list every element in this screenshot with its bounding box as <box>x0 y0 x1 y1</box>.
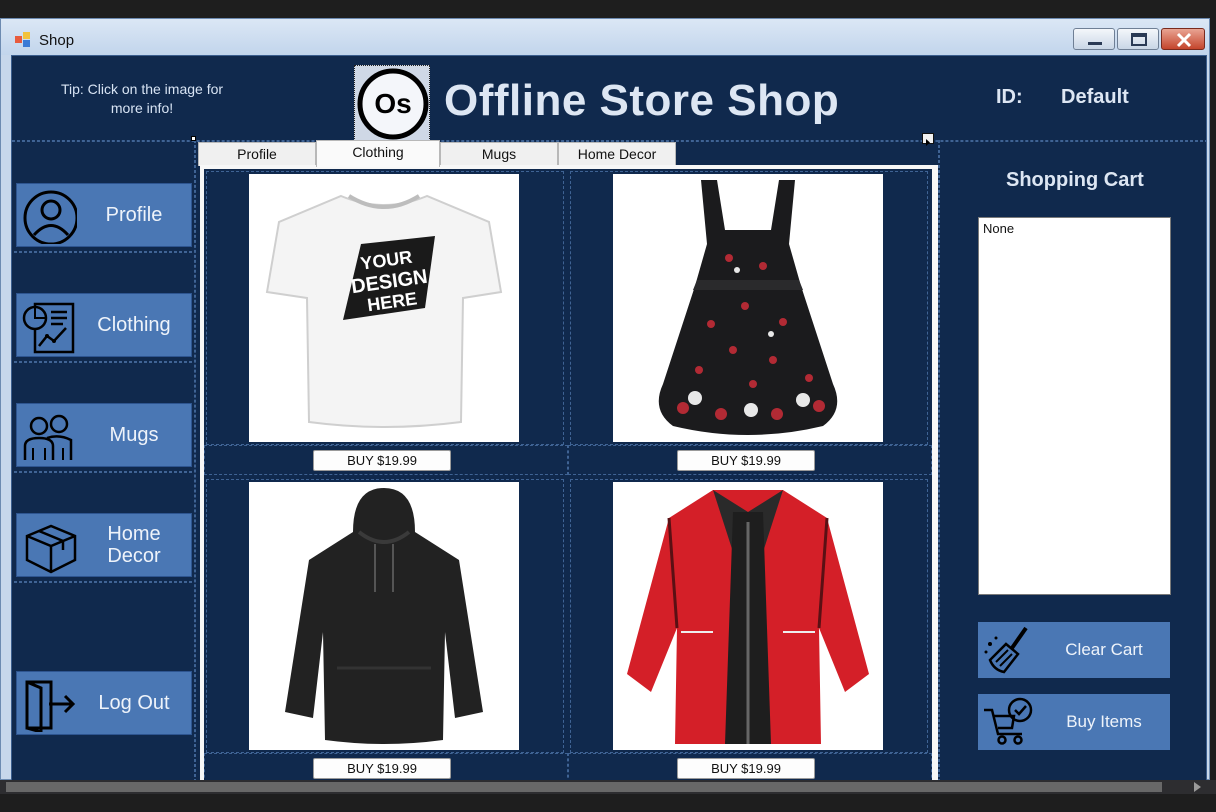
product-image-tshirt[interactable]: YOUR DESIGN HERE <box>249 174 519 442</box>
tab-home-decor[interactable]: Home Decor <box>558 142 676 166</box>
buy-row: BUY $19.99 <box>568 753 932 780</box>
nav-mugs-label: Mugs <box>109 424 159 446</box>
jacket-image <box>627 490 869 744</box>
broom-icon <box>984 626 1028 674</box>
nav-profile-button[interactable]: Profile <box>16 183 192 247</box>
nav-home-decor-button[interactable]: Home Decor <box>16 513 192 577</box>
product-image-jacket[interactable] <box>613 482 883 750</box>
nav-clothing-label: Clothing <box>97 314 171 336</box>
horizontal-scrollbar[interactable] <box>0 780 1216 794</box>
nav-profile-label: Profile <box>105 204 163 226</box>
nav-home-decor-label: Home Decor <box>107 523 161 567</box>
tshirt-image: YOUR DESIGN HERE <box>265 194 503 428</box>
clothing-tab-page: YOUR DESIGN HERE BUY $19.99 BUY $19.99 B… <box>200 165 938 780</box>
people-icon <box>23 414 73 460</box>
app-icon <box>15 32 30 47</box>
product-cell <box>570 479 928 753</box>
close-button[interactable] <box>1161 28 1205 50</box>
maximize-icon <box>1131 33 1147 46</box>
product-cell <box>570 171 928 445</box>
scroll-right-icon[interactable] <box>1194 782 1201 792</box>
id-value: Default <box>1061 86 1129 108</box>
scrollbar-thumb[interactable] <box>6 782 1162 792</box>
box-icon <box>25 524 77 574</box>
nav-mugs-button[interactable]: Mugs <box>16 403 192 467</box>
buy-row: BUY $19.99 <box>568 445 932 475</box>
id-label: ID: <box>996 86 1023 108</box>
tab-smart-tag-icon[interactable] <box>922 133 934 146</box>
buy-items-button[interactable]: Buy Items <box>978 694 1170 750</box>
minimize-button[interactable] <box>1073 28 1115 50</box>
buy-button[interactable]: BUY $19.99 <box>677 450 815 471</box>
cart-check-icon <box>984 697 1033 745</box>
logo-text: Os <box>374 88 411 119</box>
buy-row: BUY $19.99 <box>204 445 568 475</box>
hoodie-image <box>285 488 483 744</box>
minimize-icon <box>1088 42 1102 45</box>
title-bar[interactable]: Shop <box>1 19 1209 55</box>
window-title: Shop <box>39 32 75 49</box>
clear-cart-button[interactable]: Clear Cart <box>978 622 1170 678</box>
user-circle-icon <box>23 190 77 244</box>
tab-profile[interactable]: Profile <box>198 142 316 166</box>
tip-text: Tip: Click on the image for more info! <box>60 81 224 116</box>
sidebar-divider <box>194 140 196 780</box>
report-chart-icon <box>22 302 75 354</box>
tab-clothing[interactable]: Clothing <box>316 140 440 167</box>
main-form: Tip: Click on the image for more info! O… <box>11 55 1207 781</box>
product-cell <box>206 479 564 753</box>
product-image-hoodie[interactable] <box>249 482 519 750</box>
store-logo[interactable]: Os <box>354 65 430 141</box>
nav-logout-button[interactable]: Log Out <box>16 671 192 735</box>
cart-list[interactable]: None <box>978 217 1171 595</box>
clear-cart-label: Clear Cart <box>1065 640 1143 659</box>
designer-grab-handle[interactable] <box>191 136 196 141</box>
cart-list-item: None <box>983 221 1015 236</box>
smart-tag-arrow-icon <box>926 139 930 146</box>
nav-clothing-button[interactable]: Clothing <box>16 293 192 357</box>
shop-window: Shop Tip: Click on the image for more in… <box>0 18 1210 781</box>
logout-door-icon <box>25 680 76 732</box>
close-icon <box>1176 32 1192 48</box>
editor-top-bar <box>0 0 1216 18</box>
buy-items-label: Buy Items <box>1066 712 1142 731</box>
dress-image <box>658 180 838 435</box>
tab-mugs[interactable]: Mugs <box>440 142 558 166</box>
nav-logout-label: Log Out <box>98 692 170 714</box>
maximize-button[interactable] <box>1117 28 1159 50</box>
buy-row: BUY $19.99 <box>204 753 568 780</box>
cart-divider <box>938 140 940 780</box>
logo-icon: Os <box>357 68 429 140</box>
buy-button[interactable]: BUY $19.99 <box>313 450 451 471</box>
product-cell: YOUR DESIGN HERE <box>206 171 564 445</box>
product-image-dress[interactable] <box>613 174 883 442</box>
product-grid: YOUR DESIGN HERE BUY $19.99 BUY $19.99 B… <box>204 169 932 780</box>
nav-separator <box>14 581 192 583</box>
editor-bottom-bar <box>0 794 1216 812</box>
nav-separator <box>14 471 192 473</box>
cart-title: Shopping Cart <box>1006 169 1144 191</box>
nav-separator <box>14 251 192 253</box>
store-title: Offline Store Shop <box>444 76 840 125</box>
nav-separator <box>14 361 192 363</box>
buy-button[interactable]: BUY $19.99 <box>313 758 451 779</box>
buy-button[interactable]: BUY $19.99 <box>677 758 815 779</box>
